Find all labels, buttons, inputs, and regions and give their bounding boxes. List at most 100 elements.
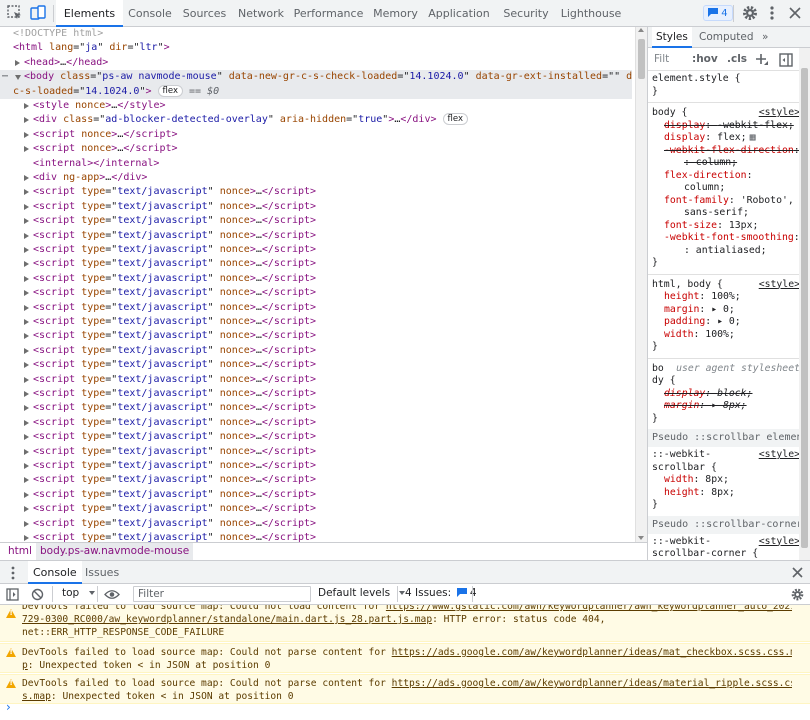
dom-node[interactable]: <div class="ad-blocker-detected-overlay"… xyxy=(0,113,632,127)
expand-closed-icon[interactable] xyxy=(24,290,29,297)
dom-node[interactable]: <script type="text/javascript" nonce>…</… xyxy=(0,286,632,300)
dom-node[interactable]: <script type="text/javascript" nonce>…</… xyxy=(0,430,632,444)
css-declaration[interactable]: height: 100%; xyxy=(652,291,802,304)
css-declaration[interactable]: margin: ▸ 0; xyxy=(652,304,802,317)
expand-closed-icon[interactable] xyxy=(24,491,29,498)
rule-selector[interactable]: ::-webkit- <style> xyxy=(652,536,802,549)
dom-node[interactable]: <script type="text/javascript" nonce>…</… xyxy=(0,531,632,542)
dom-node[interactable]: <script type="text/javascript" nonce>…</… xyxy=(0,315,632,329)
rule-selector[interactable]: html, body {<style> xyxy=(652,279,802,292)
expand-closed-icon[interactable] xyxy=(24,333,29,340)
dom-node[interactable]: <script nonce>…</script> xyxy=(0,142,632,156)
dom-node[interactable]: <script type="text/javascript" nonce>…</… xyxy=(0,459,632,473)
dom-node[interactable]: <script type="text/javascript" nonce>…</… xyxy=(0,214,632,228)
expand-closed-icon[interactable] xyxy=(24,117,29,124)
console-warning-message[interactable]: DevTools failed to load source map: Coul… xyxy=(0,643,810,673)
dom-node[interactable]: <script type="text/javascript" nonce>…</… xyxy=(0,257,632,271)
clear-console-icon[interactable] xyxy=(31,588,44,601)
tab-styles[interactable]: Styles xyxy=(652,27,692,48)
grid-icon[interactable]: ▦ xyxy=(750,132,756,143)
dom-node[interactable]: <script type="text/javascript" nonce>…</… xyxy=(0,344,632,358)
css-declaration[interactable]: column; xyxy=(652,182,802,195)
tab-console[interactable]: Console xyxy=(28,561,82,584)
expand-closed-icon[interactable] xyxy=(24,376,29,383)
expand-closed-icon[interactable] xyxy=(24,520,29,527)
more-vert-icon[interactable] xyxy=(763,4,781,22)
sidebar-toggle-icon[interactable] xyxy=(779,53,793,67)
tab-application[interactable]: Application xyxy=(424,0,494,27)
dom-node[interactable]: <head>…</head> xyxy=(0,56,632,70)
close-icon[interactable] xyxy=(786,4,804,22)
dom-node[interactable]: <style nonce>…</style> xyxy=(0,99,632,113)
expand-closed-icon[interactable] xyxy=(24,103,29,109)
css-declaration[interactable]: padding: ▸ 0; xyxy=(652,316,802,329)
device-toggle-icon[interactable] xyxy=(29,4,47,22)
hov-button[interactable]: :hov xyxy=(692,53,718,65)
new-style-rule-icon[interactable] xyxy=(755,53,769,67)
expand-closed-icon[interactable] xyxy=(24,218,29,225)
dom-node[interactable]: <script type="text/javascript" nonce>…</… xyxy=(0,473,632,487)
dom-node[interactable]: <script type="text/javascript" nonce>…</… xyxy=(0,373,632,387)
dom-node[interactable]: <script type="text/javascript" nonce>…</… xyxy=(0,416,632,430)
expand-closed-icon[interactable] xyxy=(24,448,29,455)
dom-node[interactable]: <div ng-app>…</div> xyxy=(0,171,632,185)
expand-closed-icon[interactable] xyxy=(24,506,29,513)
expand-closed-icon[interactable] xyxy=(15,59,20,66)
dom-node[interactable]: <script type="text/javascript" nonce>…</… xyxy=(0,401,632,415)
rule-selector[interactable]: element.style { xyxy=(652,73,802,86)
source-link[interactable]: https://www.gstatic.com/awn/keywordplann… xyxy=(386,605,792,612)
console-warning-message[interactable]: DevTools failed to load source map: Coul… xyxy=(0,674,810,704)
dom-node[interactable]: <script type="text/javascript" nonce>…</… xyxy=(0,243,632,257)
breadcrumb-html[interactable]: html xyxy=(4,543,36,560)
console-filter-input[interactable]: Filter xyxy=(133,586,311,602)
css-declaration[interactable]: height: 8px; xyxy=(652,487,802,500)
css-declaration[interactable]: : column; xyxy=(652,157,802,170)
expand-closed-icon[interactable] xyxy=(24,304,29,311)
source-link[interactable]: 729-0300_RC000/aw_keywordplanner/standal… xyxy=(22,614,432,625)
tab-network[interactable]: Network xyxy=(232,0,290,27)
dom-node[interactable]: <script type="text/javascript" nonce>…</… xyxy=(0,387,632,401)
styles-scrollbar[interactable] xyxy=(799,48,810,560)
breadcrumb-body[interactable]: body.ps-aw.navmode-mouse xyxy=(36,543,194,560)
expand-closed-icon[interactable] xyxy=(24,146,29,153)
css-declaration[interactable]: width: 100%; xyxy=(652,329,802,342)
dom-node[interactable]: ⋯ <body class="ps-aw navmode-mouse" data-… xyxy=(0,70,632,85)
css-declaration[interactable]: sans-serif; xyxy=(652,207,802,220)
issues-counter-button[interactable]: 4 Issues: 4 xyxy=(405,587,477,599)
elements-scrollbar-thumb[interactable] xyxy=(638,39,645,79)
styles-filter-input[interactable]: Filt xyxy=(654,53,669,65)
tab-issues[interactable]: Issues xyxy=(80,561,124,584)
expand-closed-icon[interactable] xyxy=(24,131,29,138)
dom-node[interactable]: <script type="text/javascript" nonce>…</… xyxy=(0,488,632,502)
css-declaration[interactable]: flex-direction: xyxy=(652,170,802,183)
issues-badge[interactable]: 4 xyxy=(703,5,733,21)
rule-selector[interactable]: body {<style> xyxy=(652,107,802,120)
log-levels-dropdown[interactable]: Default levels xyxy=(318,587,405,599)
tab-lighthouse[interactable]: Lighthouse xyxy=(558,0,624,27)
expand-closed-icon[interactable] xyxy=(24,463,29,469)
gear-icon[interactable] xyxy=(741,4,759,22)
expand-closed-icon[interactable] xyxy=(24,275,29,282)
dom-node[interactable]: <html lang="ja" dir="ltr"> xyxy=(0,41,632,55)
more-vert-icon[interactable] xyxy=(8,566,18,580)
tab-security[interactable]: Security xyxy=(494,0,558,27)
tab-memory[interactable]: Memory xyxy=(367,0,424,27)
expand-closed-icon[interactable] xyxy=(24,203,29,210)
css-declaration[interactable]: font-size: 13px; xyxy=(652,220,802,233)
styles-scrollbar-thumb[interactable] xyxy=(801,68,808,548)
dom-node[interactable]: <script type="text/javascript" nonce>…</… xyxy=(0,502,632,516)
tab-sources[interactable]: Sources xyxy=(177,0,232,27)
eye-icon[interactable] xyxy=(104,589,120,600)
source-link[interactable]: https://ads.google.com/aw/keywordplanner… xyxy=(392,678,792,689)
dom-node[interactable]: <script type="text/javascript" nonce>…</… xyxy=(0,301,632,315)
console-prompt[interactable]: › xyxy=(6,700,11,714)
css-declaration[interactable]: -webkit-flex-direction: xyxy=(652,145,802,158)
dom-node[interactable]: <script nonce>…</script> xyxy=(0,128,632,142)
css-declaration[interactable]: display: -webkit-flex; xyxy=(652,120,802,133)
source-link[interactable]: s.map xyxy=(22,691,51,702)
cls-button[interactable]: .cls xyxy=(727,53,747,65)
css-declaration[interactable]: font-family: 'Roboto', xyxy=(652,195,802,208)
expand-closed-icon[interactable] xyxy=(24,175,29,181)
expand-closed-icon[interactable] xyxy=(24,347,29,354)
tab-more[interactable]: » xyxy=(758,27,772,48)
